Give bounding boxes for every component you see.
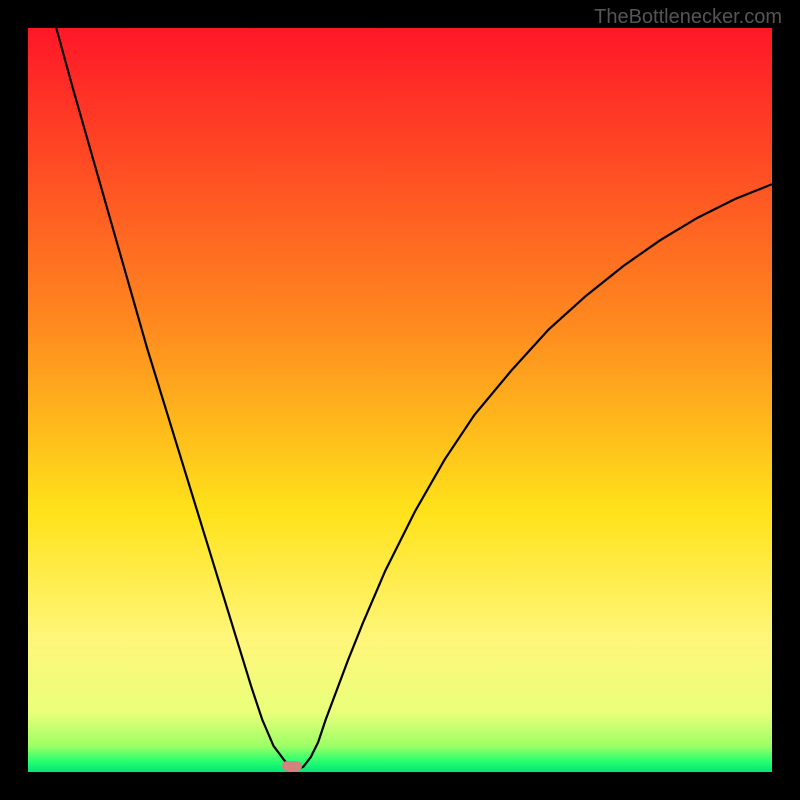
chart-frame (28, 28, 772, 772)
bottleneck-curve (28, 28, 772, 772)
optimal-point-marker (282, 761, 302, 771)
curve-path (56, 28, 772, 769)
watermark-text: TheBottlenecker.com (594, 6, 782, 29)
